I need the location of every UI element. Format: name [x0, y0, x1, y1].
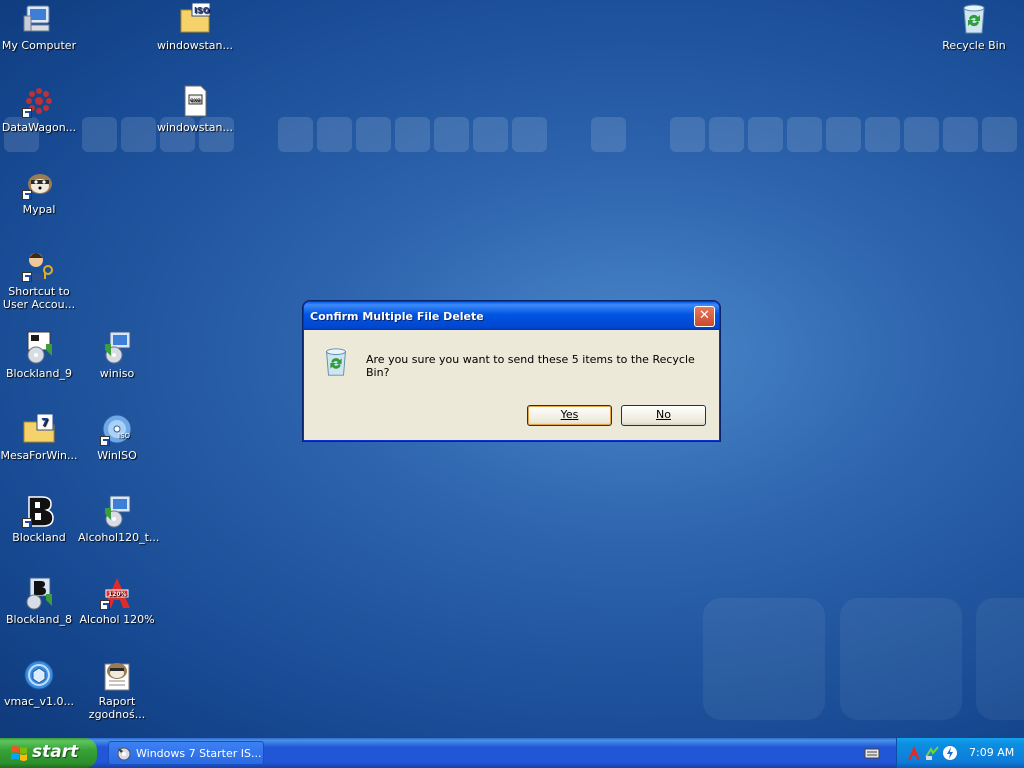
close-button[interactable]: ✕: [694, 306, 715, 327]
no-button[interactable]: No: [621, 405, 706, 426]
vmac-icon: [22, 658, 56, 692]
archive-folder-icon: 7: [22, 412, 56, 446]
winiso-disc-icon: ISO: [100, 412, 134, 446]
taskbar-item-windows7-starter[interactable]: Windows 7 Starter IS...: [108, 741, 264, 765]
datawagon-icon: [22, 84, 56, 118]
taskbar: start Windows 7 Starter IS... 7:09 AM: [0, 738, 1024, 768]
clock[interactable]: 7:09 AM: [969, 746, 1014, 759]
svg-text:7: 7: [41, 416, 49, 429]
desktop-icon-alcohol-120[interactable]: 120% Alcohol 120%: [78, 576, 156, 626]
desktop-icon-blockland[interactable]: Blockland: [0, 494, 78, 544]
mypal-icon: [22, 166, 56, 200]
desktop-icon-blockland-9[interactable]: Blockland_9: [0, 330, 78, 380]
keyboard-icon[interactable]: [864, 746, 880, 760]
user-accounts-icon: [22, 248, 56, 282]
no-button-label: No: [656, 408, 671, 421]
svg-text:ISO: ISO: [118, 432, 131, 440]
shortcut-arrow-icon: [22, 108, 32, 118]
update-tray-icon[interactable]: [942, 745, 958, 761]
dialog-body: Are you sure you want to send these 5 it…: [304, 330, 719, 440]
confirm-delete-dialog: Confirm Multiple File Delete ✕ Are you s…: [303, 301, 720, 441]
system-tray: 7:09 AM: [896, 738, 1024, 768]
iso-folder-icon: ISO: [178, 2, 212, 36]
recycle-bin-icon: [320, 346, 352, 378]
network-tray-icon[interactable]: [924, 745, 940, 761]
desktop[interactable]: My Computer ISO windowstan... Recycle Bi…: [0, 0, 1024, 738]
desktop-icon-winiso[interactable]: ISO WinISO: [78, 412, 156, 462]
svg-text:exe: exe: [190, 97, 201, 104]
start-button[interactable]: start: [0, 738, 97, 768]
desktop-icon-windowstan-iso-file[interactable]: exe windowstan...: [156, 84, 234, 134]
installer-icon: [100, 330, 134, 364]
wallpaper-decoration: [840, 598, 962, 720]
svg-text:ISO: ISO: [194, 6, 210, 15]
dialog-message: Are you sure you want to send these 5 it…: [366, 353, 695, 379]
installer-icon: [22, 576, 56, 610]
shortcut-arrow-icon: [100, 600, 110, 610]
start-label: start: [32, 742, 79, 762]
raport-icon: [100, 658, 134, 692]
disc-tool-icon: [117, 747, 131, 761]
desktop-icon-mesaforwin[interactable]: 7 MesaForWin...: [0, 412, 78, 462]
installer-icon: [22, 330, 56, 364]
installer-icon: [100, 494, 134, 528]
blockland-icon: [22, 494, 56, 528]
alcohol-tray-icon[interactable]: [906, 745, 922, 761]
desktop-icon-raport[interactable]: Raport zgodnoś...: [78, 658, 156, 721]
wallpaper-decoration: [0, 117, 1024, 153]
desktop-icon-datawagon[interactable]: DataWagon...: [0, 84, 78, 134]
close-icon: ✕: [699, 308, 710, 323]
desktop-icon-mypal[interactable]: Mypal: [0, 166, 78, 216]
svg-text:120%: 120%: [108, 591, 127, 598]
shortcut-arrow-icon: [22, 272, 32, 282]
my-computer-icon: [22, 2, 56, 36]
desktop-icon-user-accounts[interactable]: Shortcut to User Accou...: [0, 248, 78, 311]
windows-logo-icon: [11, 746, 27, 761]
desktop-icon-windowstan-iso-folder[interactable]: ISO windowstan...: [156, 2, 234, 52]
yes-button-label: Yes: [560, 408, 579, 421]
desktop-icon-vmac[interactable]: vmac_v1.0...: [0, 658, 78, 708]
desktop-icon-alcohol120-installer[interactable]: Alcohol120_t...: [78, 494, 159, 544]
yes-button[interactable]: Yes: [527, 405, 612, 426]
desktop-icon-blockland-8[interactable]: Blockland_8: [0, 576, 78, 626]
desktop-icon-winiso-installer[interactable]: winiso: [78, 330, 156, 380]
dialog-title: Confirm Multiple File Delete: [310, 310, 484, 323]
shortcut-arrow-icon: [100, 436, 110, 446]
desktop-icon-recycle-bin[interactable]: Recycle Bin: [935, 2, 1013, 52]
iso-file-icon: exe: [178, 84, 212, 118]
alcohol-icon: 120%: [100, 576, 134, 610]
desktop-icon-my-computer[interactable]: My Computer: [0, 2, 78, 52]
wallpaper-decoration: [703, 598, 825, 720]
shortcut-arrow-icon: [22, 518, 32, 528]
shortcut-arrow-icon: [22, 190, 32, 200]
wallpaper-decoration: [976, 598, 1024, 720]
recycle-bin-icon: [957, 2, 991, 36]
dialog-titlebar[interactable]: Confirm Multiple File Delete ✕: [304, 302, 719, 330]
taskbar-item-label: Windows 7 Starter IS...: [136, 747, 262, 760]
